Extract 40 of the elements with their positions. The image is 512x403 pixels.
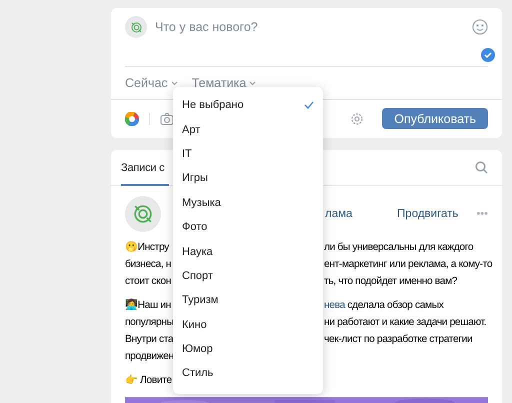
check-icon[interactable] [481,48,495,62]
post-text: Внутри ста [125,333,173,347]
post-text: бизнеса, н [125,258,172,272]
search-icon[interactable] [475,161,488,174]
post-text: ент-маркетинг или реклама, а кому-то [324,258,492,272]
menu-item[interactable]: Фото [173,214,323,240]
chevron-icon [170,80,178,86]
logo-icon [128,20,144,34]
smile-icon[interactable] [472,19,488,35]
post-text: продвижен [125,350,173,364]
post-text: ни работают и какие задачи решают. [324,316,486,330]
post-text: стоит скон [125,275,172,289]
post-text: нева сделала обзор самых [324,299,444,313]
menu-item[interactable]: IT [173,142,323,166]
menu-item[interactable]: Музыка [173,190,323,215]
post-text: 👉 Ловите [125,374,173,388]
post-text: ли бы универсальны для каждого [324,241,474,255]
menu-item[interactable]: Игры [173,166,323,191]
menu-item[interactable]: Юмор [173,336,323,362]
menu-item[interactable]: Спорт [173,264,323,288]
group-avatar[interactable] [125,196,161,232]
menu-item[interactable]: Кино [173,312,323,337]
color-wheel-icon[interactable] [125,112,139,126]
menu-item[interactable]: Не выбрано [173,93,323,118]
chevron-icon [249,80,256,86]
menu-item[interactable]: Наука [173,239,323,264]
author-name[interactable]: лама [325,208,352,220]
menu-item[interactable]: Туризм [173,288,323,313]
menu-item[interactable]: Арт [173,117,323,142]
publish-button[interactable]: Опубликовать [382,108,488,129]
post-text: 👩‍💻Наш ин [125,298,172,313]
menu-item[interactable]: Стиль [173,361,323,386]
post-text: ть, что подойдет именно вам? [324,275,458,289]
camera-icon[interactable] [160,112,174,124]
post-text: чек-лист по разработке стратегии [324,333,472,347]
feed-tab[interactable]: Записи с [121,162,169,186]
post-text: 🫢Инстру [125,240,170,255]
post-text: популярны [125,316,173,330]
promote-link[interactable]: Продвигать [397,208,458,220]
settings-icon[interactable] [350,112,364,126]
